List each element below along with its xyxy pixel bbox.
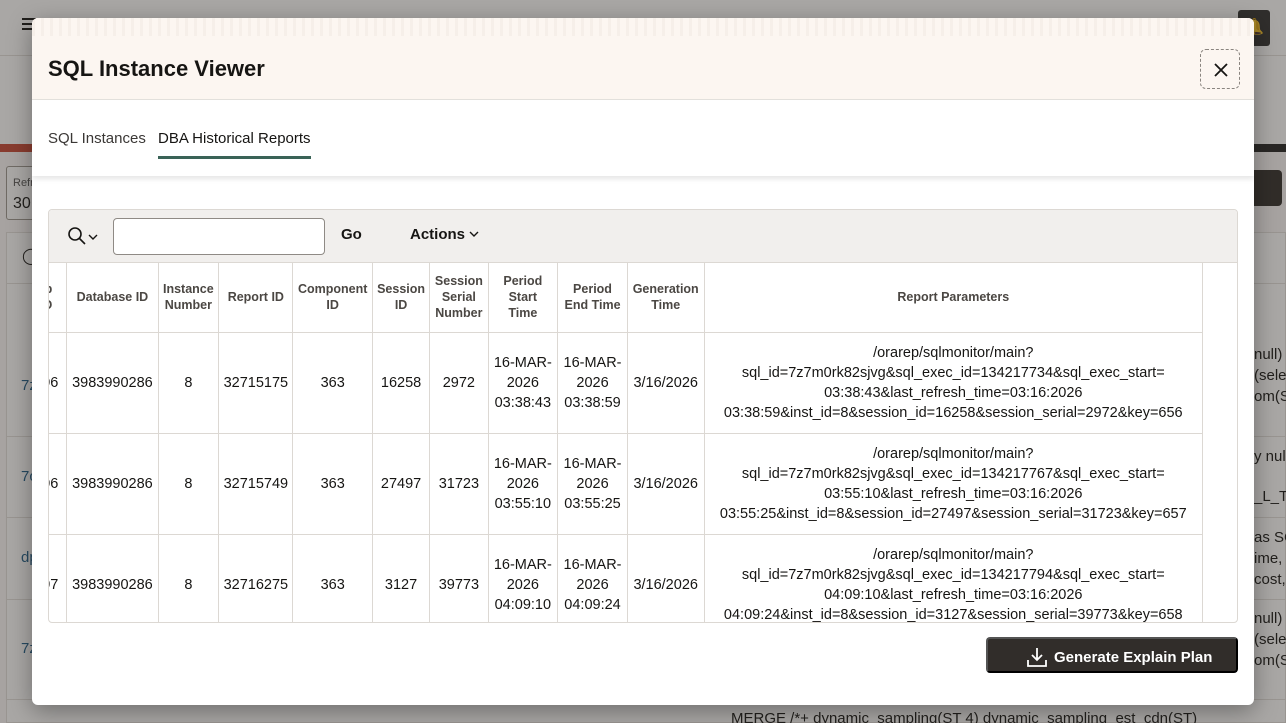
param-line: 03:38:43&last_refresh_time=03:16:2026 [824,384,1083,401]
param-line: /orarep/sqlmonitor/main? [873,546,1034,563]
param-line: 03:55:10&last_refresh_time=03:16:2026 [824,485,1083,502]
cell-period-end: 16-MAR-2026 04:09:24 [557,534,628,622]
column-header[interactable]: Generation Time [627,263,705,333]
cell-component-id: 363 [292,433,373,535]
cell-session-id: 27497 [372,433,431,535]
table-row[interactable]: 406 3983990286 8 32715749 363 27497 3172… [49,433,1204,535]
header-texture [32,18,1254,36]
tab-dba-historical-reports[interactable]: DBA Historical Reports [158,130,311,159]
param-line: 04:09:24&inst_id=8&session_id=3127&sessi… [723,606,1183,623]
cell-generation-time: 3/16/2026 [627,534,705,622]
cell-instance-number: 8 [158,332,220,434]
cell-database-id: 3983990286 [66,534,159,622]
param-line: /orarep/sqlmonitor/main? [873,445,1034,462]
param-line: sql_id=7z7m0rk82sjvg&sql_exec_id=1342177… [741,566,1165,583]
cell-session-id: 16258 [372,332,431,434]
cell-report-parameters: /orarep/sqlmonitor/main? sql_id=7z7m0rk8… [704,433,1204,535]
tab-sql-instances[interactable]: SQL Instances [48,130,146,155]
cell-component-id: 363 [292,534,373,622]
cell-snap-id: 407 [49,534,68,622]
reports-panel: Go Actions Snap ID Database ID Instance … [48,209,1238,623]
close-icon [1214,63,1228,77]
param-line: 03:55:25&inst_id=8&session_id=27497&sess… [719,505,1187,522]
cell-database-id: 3983990286 [66,433,159,535]
table-header-row: Snap ID Database ID Instance Number Repo… [49,263,1204,333]
tab-bar: SQL Instances DBA Historical Reports [32,100,1254,176]
cell-instance-number: 8 [158,433,220,535]
go-button[interactable]: Go [341,226,362,243]
cell-report-id: 32715175 [218,332,294,434]
param-line: sql_id=7z7m0rk82sjvg&sql_exec_id=1342177… [741,364,1165,381]
column-header[interactable]: Session Serial Number [429,263,489,333]
search-input[interactable] [113,218,325,255]
search-icon [68,227,86,245]
cell-period-end: 16-MAR-2026 03:38:59 [557,332,628,434]
cell-generation-time: 3/16/2026 [627,332,705,434]
search-column-menu[interactable] [63,224,103,250]
actions-menu-button[interactable]: Actions [410,226,479,243]
column-header[interactable]: Database ID [66,263,159,333]
cell-database-id: 3983990286 [66,332,159,434]
report-grid: Snap ID Database ID Instance Number Repo… [49,263,1237,623]
column-header[interactable]: Session ID [372,263,431,333]
cell-period-start: 16-MAR-2026 03:55:10 [488,433,559,535]
column-header[interactable]: Period End Time [557,263,628,333]
cell-period-start: 16-MAR-2026 04:09:10 [488,534,559,622]
dialog-header: SQL Instance Viewer [32,18,1254,100]
table-row[interactable]: 406 3983990286 8 32715175 363 16258 2972… [49,332,1204,434]
cell-report-parameters: /orarep/sqlmonitor/main? sql_id=7z7m0rk8… [704,534,1204,623]
cell-report-id: 32716275 [218,534,294,622]
param-line: 04:09:10&last_refresh_time=03:16:2026 [824,586,1083,603]
search-toolbar: Go Actions [49,210,1237,263]
cell-period-start: 16-MAR-2026 03:38:43 [488,332,559,434]
chevron-down-icon [469,231,479,237]
cell-component-id: 363 [292,332,373,434]
cell-session-serial: 2972 [429,332,489,434]
chevron-down-icon [88,234,98,240]
table-row[interactable]: 407 3983990286 8 32716275 363 3127 39773… [49,534,1204,623]
generate-explain-plan-button[interactable]: Generate Explain Plan [986,637,1238,673]
cell-report-parameters: /orarep/sqlmonitor/main? sql_id=7z7m0rk8… [704,332,1204,434]
cell-generation-time: 3/16/2026 [627,433,705,535]
param-line: 03:38:59&inst_id=8&session_id=16258&sess… [723,404,1183,421]
download-icon [1027,648,1047,667]
column-header[interactable]: Period Start Time [488,263,559,333]
column-header[interactable]: Component ID [292,263,373,333]
cell-session-serial: 31723 [429,433,489,535]
cell-report-id: 32715749 [218,433,294,535]
actions-label: Actions [410,226,466,243]
dialog-title: SQL Instance Viewer [48,56,265,81]
column-header[interactable]: Instance Number [158,263,220,333]
column-header[interactable]: Snap ID [49,263,68,333]
param-line: sql_id=7z7m0rk82sjvg&sql_exec_id=1342177… [741,465,1165,482]
cell-period-end: 16-MAR-2026 03:55:25 [557,433,628,535]
cell-snap-id: 406 [49,332,68,434]
generate-explain-plan-label: Generate Explain Plan [1054,649,1213,666]
close-button[interactable] [1200,49,1240,89]
cell-snap-id: 406 [49,433,68,535]
cell-session-id: 3127 [372,534,431,622]
cell-instance-number: 8 [158,534,220,622]
column-header[interactable]: Report Parameters [704,263,1204,333]
column-header[interactable]: Report ID [218,263,294,333]
param-line: /orarep/sqlmonitor/main? [873,344,1034,361]
report-table: Snap ID Database ID Instance Number Repo… [49,263,1204,623]
sql-instance-viewer-dialog: SQL Instance Viewer SQL Instances DBA Hi… [32,18,1254,705]
cell-session-serial: 39773 [429,534,489,622]
